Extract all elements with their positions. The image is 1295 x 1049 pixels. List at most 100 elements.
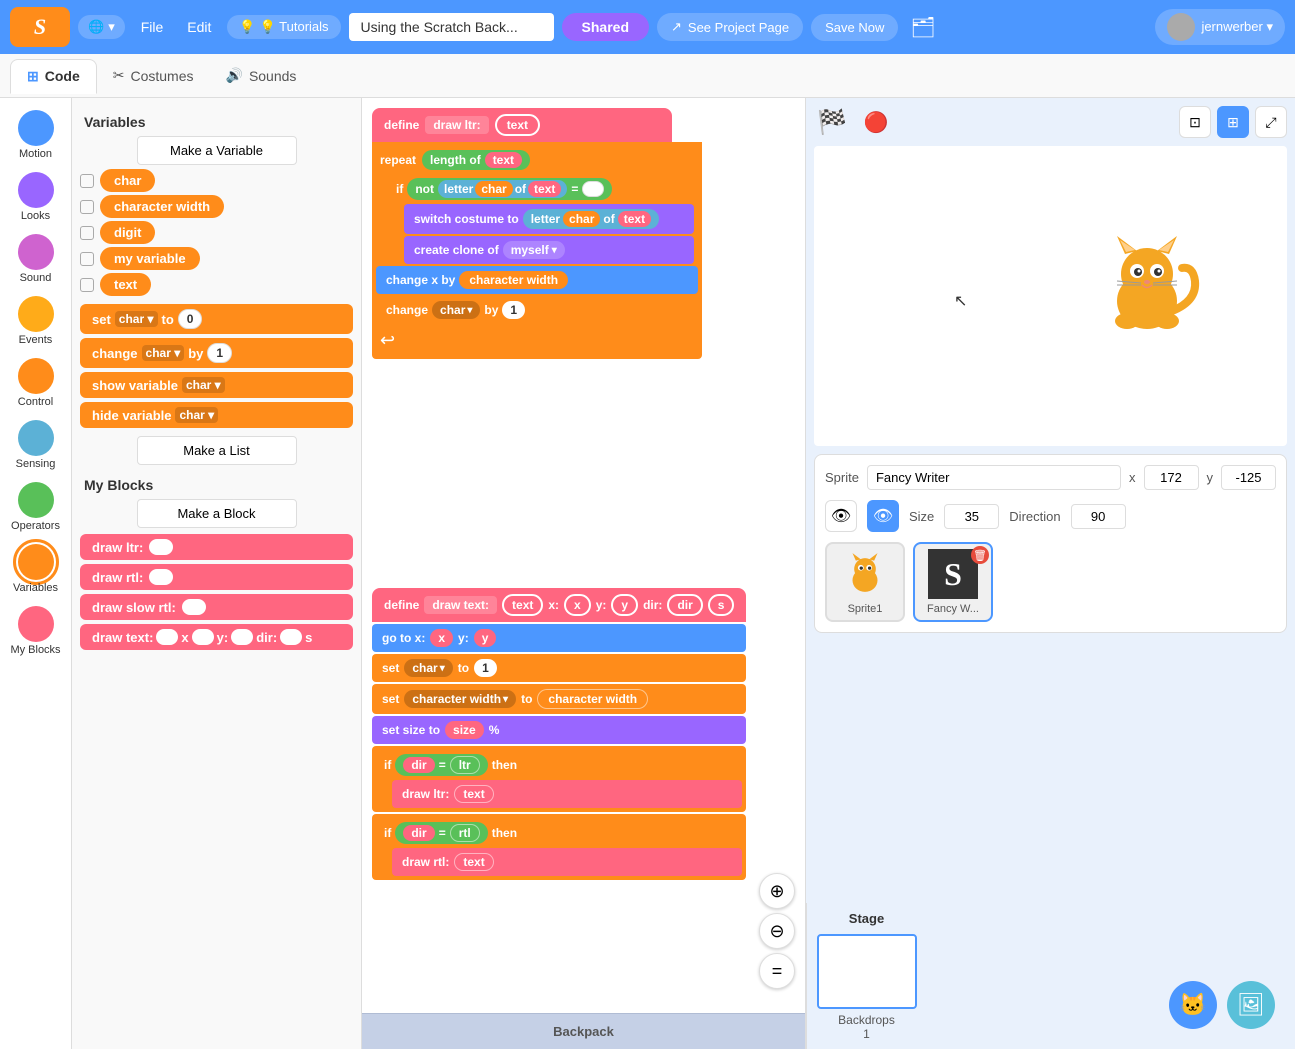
globe-button[interactable]: 🌐 ▾ [78,15,125,39]
draw-rtl-call-block[interactable]: draw rtl: text [392,848,742,876]
var-checkbox-char[interactable] [80,174,94,188]
change-x-block[interactable]: change x by character width [376,266,698,294]
show-variable-block[interactable]: show variable char ▾ [80,372,353,398]
variables-circle [18,544,54,580]
set-char-1-block[interactable]: set char ▾ to 1 [372,654,746,682]
shared-button[interactable]: Shared [562,13,649,41]
sprite-thumb-sprite1[interactable]: Sprite1 [825,542,905,622]
var-pill-my-variable[interactable]: my variable [100,247,200,270]
see-project-button[interactable]: ↗ See Project Page [657,13,803,41]
delete-sprite-badge[interactable]: 🗑 [971,546,989,564]
var-pill-character-width[interactable]: character width [100,195,224,218]
file-menu[interactable]: File [133,15,172,39]
green-flag-button[interactable]: 🏁 [814,104,850,140]
hide-variable-block[interactable]: hide variable char ▾ [80,402,353,428]
set-var-dropdown[interactable]: char ▾ [115,311,158,327]
tutorials-button[interactable]: 💡 💡 Tutorials [227,15,340,39]
make-block-button[interactable]: Make a Block [137,499,297,528]
set-char-width-block[interactable]: set character width ▾ to character width [372,684,746,714]
lightbulb-icon: 💡 [239,19,255,35]
stage-mini-thumbnail[interactable] [817,934,917,1009]
var-checkbox-my-variable[interactable] [80,252,94,266]
create-clone-block[interactable]: create clone of myself ▾ [404,236,694,264]
draw-slow-rtl-block[interactable]: draw slow rtl: [80,594,353,620]
make-variable-button[interactable]: Make a Variable [137,136,297,165]
var-checkbox-digit[interactable] [80,226,94,240]
scripts-canvas[interactable]: S define draw ltr: text repeat [362,98,805,1049]
category-motion[interactable]: Motion [2,106,70,164]
draw-rtl-block[interactable]: draw rtl: [80,564,353,590]
zoom-in-button[interactable]: ⊕ [759,873,795,909]
save-button[interactable]: Save Now [811,14,898,41]
hide-sprite-button[interactable]: 👁 [867,500,899,532]
if-dir-rtl-block[interactable]: if dir = rtl then draw rtl: text [372,814,746,880]
tab-sounds[interactable]: 🔊 Sounds [210,59,313,92]
change-char-block[interactable]: change char ▾ by 1 [376,296,698,324]
sprite-label: Sprite [825,470,859,485]
category-myblocks[interactable]: My Blocks [2,602,70,660]
category-sound[interactable]: Sound [2,230,70,288]
zoom-out-button[interactable]: ⊖ [759,913,795,949]
stage-canvas: ↖ [814,146,1287,446]
if-not-block[interactable]: if not letter char of text = [388,174,698,264]
change-var-dropdown[interactable]: char ▾ [142,345,185,361]
folder-button[interactable]: 🗂 [906,11,939,44]
sprite-thumb-fancy-writer[interactable]: 🗑 S Fancy W... [913,542,993,622]
y-input[interactable] [1221,465,1276,490]
my-blocks-title: My Blocks [84,477,349,493]
show-var-dropdown[interactable]: char ▾ [182,377,225,393]
goto-xy-block[interactable]: go to x: x y: y [372,624,746,652]
small-stage-button[interactable]: ⊡ [1179,106,1211,138]
user-label: jernwerber ▾ [1201,19,1273,35]
define-draw-ltr-block[interactable]: define draw ltr: text [372,108,672,142]
category-variables[interactable]: Variables [2,540,70,598]
var-pill-digit[interactable]: digit [100,221,155,244]
switch-costume-block[interactable]: switch costume to letter char of text [404,204,694,234]
category-sensing[interactable]: Sensing [2,416,70,474]
tab-code[interactable]: ⊞ Code [10,59,97,94]
draw-text-oval3 [231,629,253,645]
draw-ltr-block[interactable]: draw ltr: [80,534,353,560]
large-stage-button[interactable]: ⊞ [1217,106,1249,138]
x-input[interactable] [1144,465,1199,490]
zoom-reset-button[interactable]: = [759,953,795,989]
var-checkbox-character-width[interactable] [80,200,94,214]
change-block[interactable]: change char ▾ by 1 [80,338,353,368]
repeat-block[interactable]: repeat length of text if not [372,142,702,359]
add-sprite-button[interactable]: 🐱 [1169,981,1217,1029]
control-circle [18,358,54,394]
set-size-block[interactable]: set size to size % [372,716,746,744]
draw-ltr-call-block[interactable]: draw ltr: text [392,780,742,808]
tab-costumes[interactable]: ✂ Costumes [97,59,210,92]
edit-menu[interactable]: Edit [179,15,219,39]
direction-input[interactable] [1071,504,1126,529]
operators-circle [18,482,54,518]
sprite-props-row: 👁 👁 Size Direction [825,500,1276,532]
draw-text-block[interactable]: draw text: x y: dir: s [80,624,353,650]
stop-button[interactable]: 🔴 [858,104,894,140]
sprite-name-input[interactable] [867,465,1121,490]
backpack-bar[interactable]: Backpack [362,1013,805,1049]
set-block[interactable]: set char ▾ to 0 [80,304,353,334]
draw-slow-rtl-oval [182,599,206,615]
make-list-button[interactable]: Make a List [137,436,297,465]
category-operators[interactable]: Operators [2,478,70,536]
fullscreen-button[interactable]: ⤢ [1255,106,1287,138]
categories-panel: Motion Looks Sound Events Control Sensin… [0,98,72,1049]
var-pill-text[interactable]: text [100,273,151,296]
category-looks[interactable]: Looks [2,168,70,226]
var-checkbox-text[interactable] [80,278,94,292]
if-dir-ltr-block[interactable]: if dir = ltr then draw ltr: text [372,746,746,812]
user-avatar [1167,13,1195,41]
scratch-logo[interactable]: S [10,7,70,47]
var-pill-char[interactable]: char [100,169,155,192]
show-sprite-button[interactable]: 👁 [825,500,857,532]
category-events[interactable]: Events [2,292,70,350]
size-input[interactable] [944,504,999,529]
user-menu[interactable]: jernwerber ▾ [1155,9,1285,45]
define-draw-text-block[interactable]: define draw text: text x: x y: y dir: di… [372,588,746,622]
category-control[interactable]: Control [2,354,70,412]
add-backdrop-button[interactable]: 🖼 [1227,981,1275,1029]
hide-var-dropdown[interactable]: char ▾ [175,407,218,423]
project-title-input[interactable] [349,13,554,41]
